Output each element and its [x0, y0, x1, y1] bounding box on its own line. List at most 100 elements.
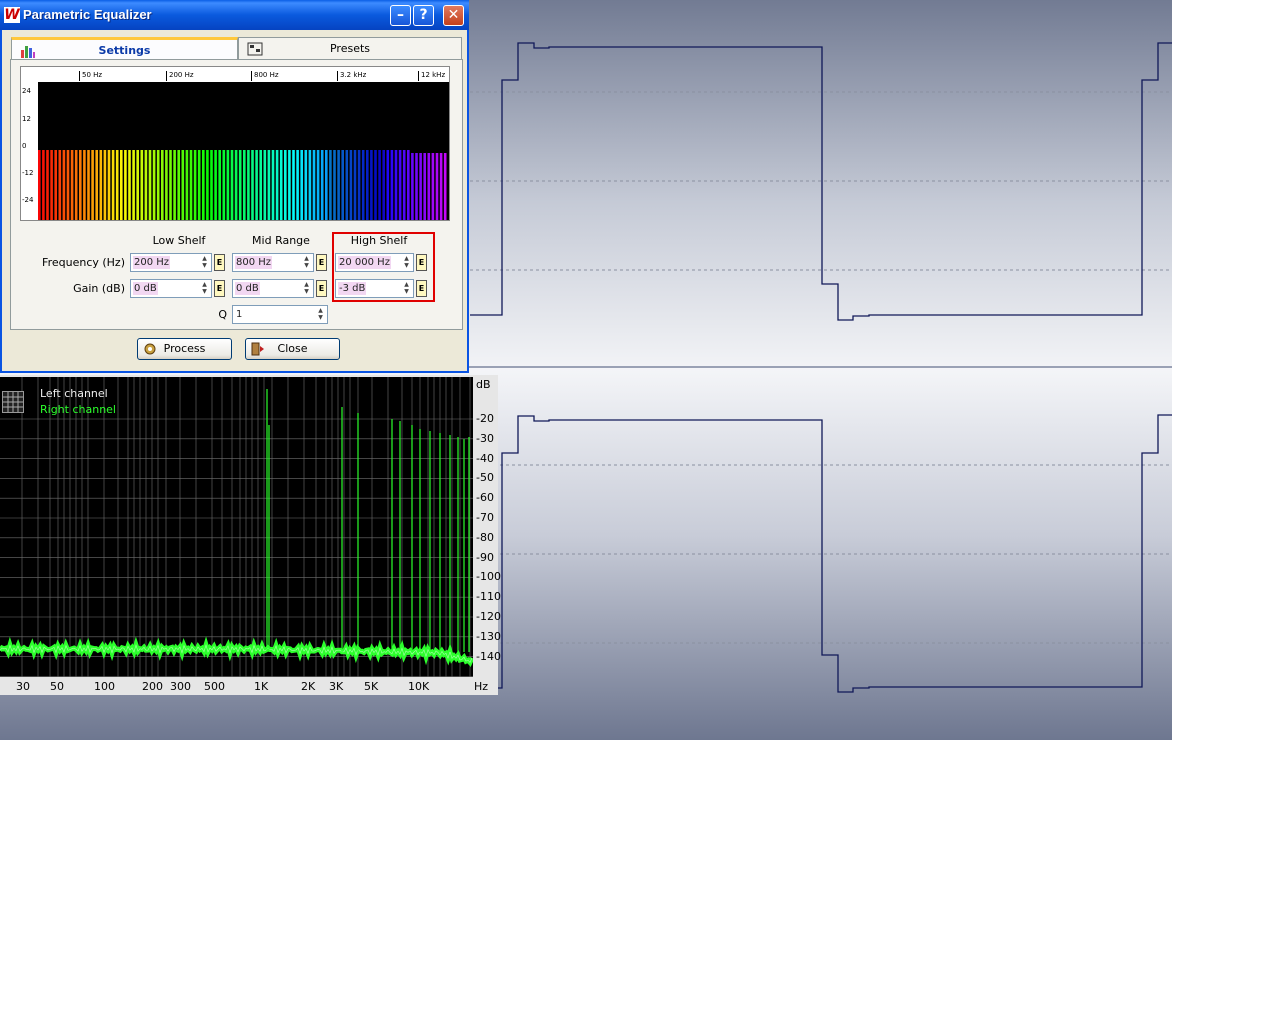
spin-arrows-icon[interactable]: ▲ ▼	[301, 281, 312, 296]
response-bar	[279, 150, 283, 220]
hz-tick: 50	[50, 680, 64, 693]
freq-tick: 3.2 kHz	[337, 71, 366, 81]
frequency-response-graph[interactable]: 50 Hz 200 Hz 800 Hz 3.2 kHz 12 kHz 24 12…	[20, 66, 450, 221]
response-bar	[210, 150, 213, 220]
edit-button[interactable]: E	[214, 280, 225, 297]
edit-button[interactable]: E	[214, 254, 225, 271]
response-bar	[398, 150, 402, 220]
db-tick: -30	[476, 431, 494, 445]
response-bar	[103, 150, 107, 220]
db-tick: -130	[476, 629, 501, 643]
spin-value: 1	[235, 308, 244, 321]
response-bar	[407, 150, 410, 220]
response-bar	[173, 150, 176, 220]
spin-value: 0 dB	[133, 282, 158, 295]
close-button[interactable]: Close	[245, 338, 340, 360]
response-bar	[140, 150, 144, 220]
spin-arrows-icon[interactable]: ▲ ▼	[301, 255, 312, 270]
process-button-label: Process	[163, 342, 206, 355]
response-bar	[165, 150, 168, 220]
response-bar	[161, 150, 164, 220]
response-bar	[185, 150, 189, 220]
tab-settings[interactable]: Settings	[11, 37, 238, 60]
response-plot[interactable]	[38, 82, 449, 220]
response-bar	[345, 150, 349, 220]
spin-arrows-icon[interactable]: ▲ ▼	[315, 307, 326, 322]
response-bar	[411, 153, 414, 220]
response-bar	[366, 150, 369, 220]
edit-button[interactable]: E	[316, 280, 327, 297]
gain-label: Gain (dB)	[73, 282, 125, 295]
response-bar	[38, 150, 41, 220]
response-bar	[115, 150, 119, 220]
edit-button[interactable]: E	[316, 254, 327, 271]
freq-tick: 200 Hz	[166, 71, 194, 81]
title-bar[interactable]: W Parametric Equalizer – ? ✕	[0, 0, 469, 30]
legend-right-channel: Right channel	[40, 403, 116, 416]
response-bar	[329, 150, 332, 220]
hz-tick: 5K	[364, 680, 379, 693]
response-bar	[443, 153, 447, 220]
gain-tick: 24	[22, 87, 31, 95]
q-input[interactable]: 1 ▲ ▼	[232, 305, 328, 324]
response-bar	[91, 150, 94, 220]
response-bar	[79, 150, 82, 220]
response-bar	[202, 150, 205, 220]
spin-value: 800 Hz	[235, 256, 273, 269]
response-bar	[390, 150, 394, 220]
response-bar	[70, 150, 74, 220]
response-bar	[99, 150, 103, 220]
presets-icon	[247, 42, 263, 56]
db-tick: -40	[476, 451, 494, 465]
mid-range-frequency-input[interactable]: 800 Hz ▲ ▼	[232, 253, 314, 272]
high-shelf-highlight	[332, 232, 435, 302]
spin-arrows-icon[interactable]: ▲ ▼	[199, 281, 210, 296]
response-bar	[275, 150, 279, 220]
response-bar	[206, 150, 209, 220]
response-bar	[238, 150, 242, 220]
gain-tick: -24	[22, 196, 34, 204]
response-bar	[128, 150, 131, 220]
response-bar	[177, 150, 180, 220]
response-bar	[374, 150, 377, 220]
response-bar	[226, 150, 230, 220]
response-bar	[415, 153, 418, 220]
response-bar	[341, 150, 344, 220]
response-bar	[222, 150, 226, 220]
minimize-button[interactable]: –	[390, 5, 411, 26]
spectrum-analyzer: Left channel Right channel dB -20 -30 -40 -…	[0, 375, 501, 695]
response-bar	[300, 150, 303, 220]
tab-presets[interactable]: Presets	[238, 37, 462, 60]
db-tick: -90	[476, 550, 494, 564]
response-bar	[325, 150, 328, 220]
response-bar	[95, 150, 98, 220]
mid-range-gain-input[interactable]: 0 dB ▲ ▼	[232, 279, 314, 298]
close-window-button[interactable]: ✕	[443, 5, 464, 26]
response-bar	[214, 150, 217, 220]
response-bar	[83, 150, 86, 220]
response-bar	[255, 150, 258, 220]
low-shelf-gain-input[interactable]: 0 dB ▲ ▼	[130, 279, 212, 298]
response-bar	[156, 150, 160, 220]
spin-arrows-icon[interactable]: ▲ ▼	[199, 255, 210, 270]
response-bar	[419, 153, 422, 220]
process-button[interactable]: Process	[137, 338, 232, 360]
response-bar	[87, 150, 90, 220]
db-tick: -50	[476, 471, 494, 485]
spectrum-plot[interactable]: Left channel Right channel	[0, 377, 475, 677]
hz-unit-label: Hz	[474, 680, 489, 693]
response-bar	[62, 150, 66, 220]
column-low-shelf: Low Shelf	[152, 234, 206, 247]
db-tick: -100	[476, 570, 501, 584]
help-button[interactable]: ?	[413, 5, 434, 26]
hz-tick: 100	[94, 680, 115, 693]
hz-tick: 30	[16, 680, 30, 693]
low-shelf-frequency-input[interactable]: 200 Hz ▲ ▼	[130, 253, 212, 272]
grid-view-icon[interactable]	[2, 391, 24, 413]
hz-tick: 200	[142, 680, 163, 693]
response-bar	[42, 150, 45, 220]
response-bar	[111, 150, 115, 220]
response-bar	[189, 150, 193, 220]
gain-tick: 0	[22, 142, 27, 150]
legend-left-channel: Left channel	[40, 387, 108, 400]
